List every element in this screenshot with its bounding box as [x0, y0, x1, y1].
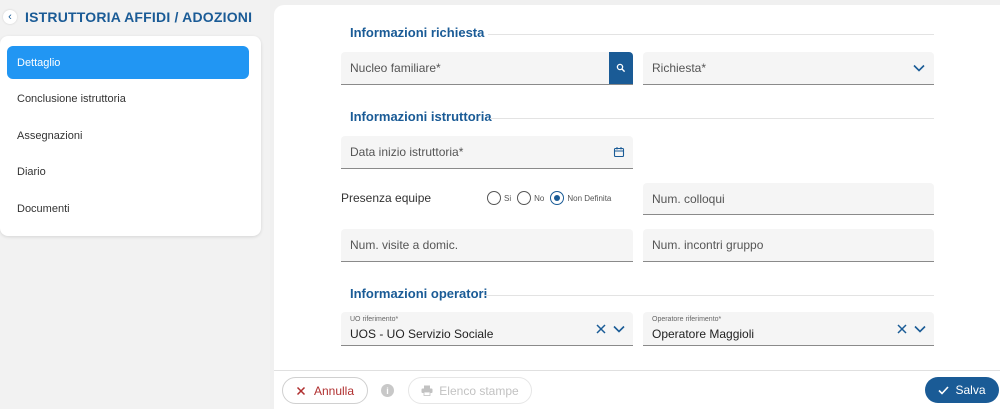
search-icon — [616, 63, 626, 73]
uo-riferimento-label: UO riferimento* — [350, 316, 399, 323]
num-colloqui-input[interactable]: Num. colloqui — [643, 183, 934, 215]
num-incontri-placeholder: Num. incontri gruppo — [652, 238, 764, 252]
radio-no[interactable]: No — [517, 191, 544, 205]
section-divider — [488, 34, 934, 35]
sidebar-item-dettaglio[interactable]: Dettaglio — [7, 46, 249, 79]
chevron-down-icon[interactable] — [913, 322, 927, 336]
printer-icon — [421, 385, 433, 396]
chevron-left-icon[interactable]: ‹ — [3, 10, 17, 24]
radio-non-definita-label: Non Definita — [567, 193, 612, 203]
section-title-richiesta: Informazioni richiesta — [350, 25, 485, 40]
section-title-operatori: Informazioni operatori — [350, 286, 488, 301]
num-visite-placeholder: Num. visite a domic. — [350, 238, 459, 252]
calendar-icon[interactable] — [613, 146, 625, 158]
radio-non-definita[interactable]: Non Definita — [550, 191, 611, 205]
footer-toolbar: Annulla i Elenco stampe Salva — [274, 370, 1000, 409]
presenza-equipe-radio-group: Presenza equipe Si No Non Definita — [341, 191, 633, 205]
uo-riferimento-select[interactable]: UO riferimento* UOS - UO Servizio Social… — [341, 312, 633, 346]
operatore-riferimento-value: Operatore Maggioli — [652, 327, 755, 341]
radio-si-label: Si — [504, 193, 512, 203]
data-inizio-placeholder: Data inizio istruttoria* — [350, 145, 464, 159]
sidebar-item-documenti[interactable]: Documenti — [7, 192, 249, 225]
sidebar: ‹ ISTRUTTORIA AFFIDI / ADOZIONI Dettagli… — [0, 0, 270, 409]
num-incontri-gruppo-input[interactable]: Num. incontri gruppo — [643, 229, 934, 262]
elenco-stampe-button[interactable]: Elenco stampe — [408, 377, 532, 404]
salva-label: Salva — [955, 383, 986, 397]
section-divider — [484, 295, 934, 296]
data-inizio-istruttoria-input[interactable]: Data inizio istruttoria* — [341, 136, 633, 169]
presenza-equipe-label: Presenza equipe — [341, 191, 432, 205]
num-colloqui-placeholder: Num. colloqui — [652, 191, 725, 206]
nav-menu: Dettaglio Conclusione istruttoria Assegn… — [0, 36, 261, 236]
section-title-istruttoria: Informazioni istruttoria — [350, 109, 492, 124]
radio-circle-checked[interactable] — [550, 191, 565, 205]
chevron-down-icon[interactable] — [912, 61, 926, 75]
check-icon — [938, 385, 950, 395]
operatore-riferimento-label: Operatore riferimento* — [652, 316, 722, 323]
uo-riferimento-value: UOS - UO Servizio Sociale — [350, 327, 494, 341]
chevron-down-icon[interactable] — [612, 322, 626, 336]
section-divider — [490, 118, 934, 119]
radio-no-label: No — [534, 193, 545, 203]
search-button[interactable] — [609, 52, 633, 84]
sidebar-item-diario[interactable]: Diario — [7, 156, 249, 189]
sidebar-item-conclusione-istruttoria[interactable]: Conclusione istruttoria — [7, 83, 249, 116]
close-icon — [296, 386, 306, 395]
sidebar-header: ‹ ISTRUTTORIA AFFIDI / ADOZIONI — [0, 4, 270, 30]
page-title: ISTRUTTORIA AFFIDI / ADOZIONI — [25, 9, 253, 25]
annulla-label: Annulla — [313, 383, 355, 398]
num-visite-input[interactable]: Num. visite a domic. — [341, 229, 633, 262]
sidebar-item-assegnazioni[interactable]: Assegnazioni — [7, 119, 249, 152]
richiesta-select[interactable]: Richiesta* — [643, 52, 934, 85]
radio-circle[interactable] — [487, 191, 501, 205]
nucleo-familiare-placeholder: Nucleo familiare* — [350, 61, 441, 75]
clear-icon[interactable] — [595, 323, 607, 335]
info-icon[interactable]: i — [381, 384, 394, 397]
radio-si[interactable]: Si — [487, 191, 511, 205]
radio-circle[interactable] — [517, 191, 532, 205]
salva-button[interactable]: Salva — [925, 377, 999, 403]
elenco-stampe-label: Elenco stampe — [439, 383, 519, 398]
annulla-button[interactable]: Annulla — [282, 377, 368, 404]
operatore-riferimento-select[interactable]: Operatore riferimento* Operatore Maggiol… — [643, 312, 934, 346]
main-panel: Informazioni richiesta Nucleo familiare*… — [274, 5, 1000, 370]
richiesta-placeholder: Richiesta* — [652, 61, 707, 75]
clear-icon[interactable] — [896, 323, 908, 335]
nucleo-familiare-input[interactable]: Nucleo familiare* — [341, 52, 633, 85]
